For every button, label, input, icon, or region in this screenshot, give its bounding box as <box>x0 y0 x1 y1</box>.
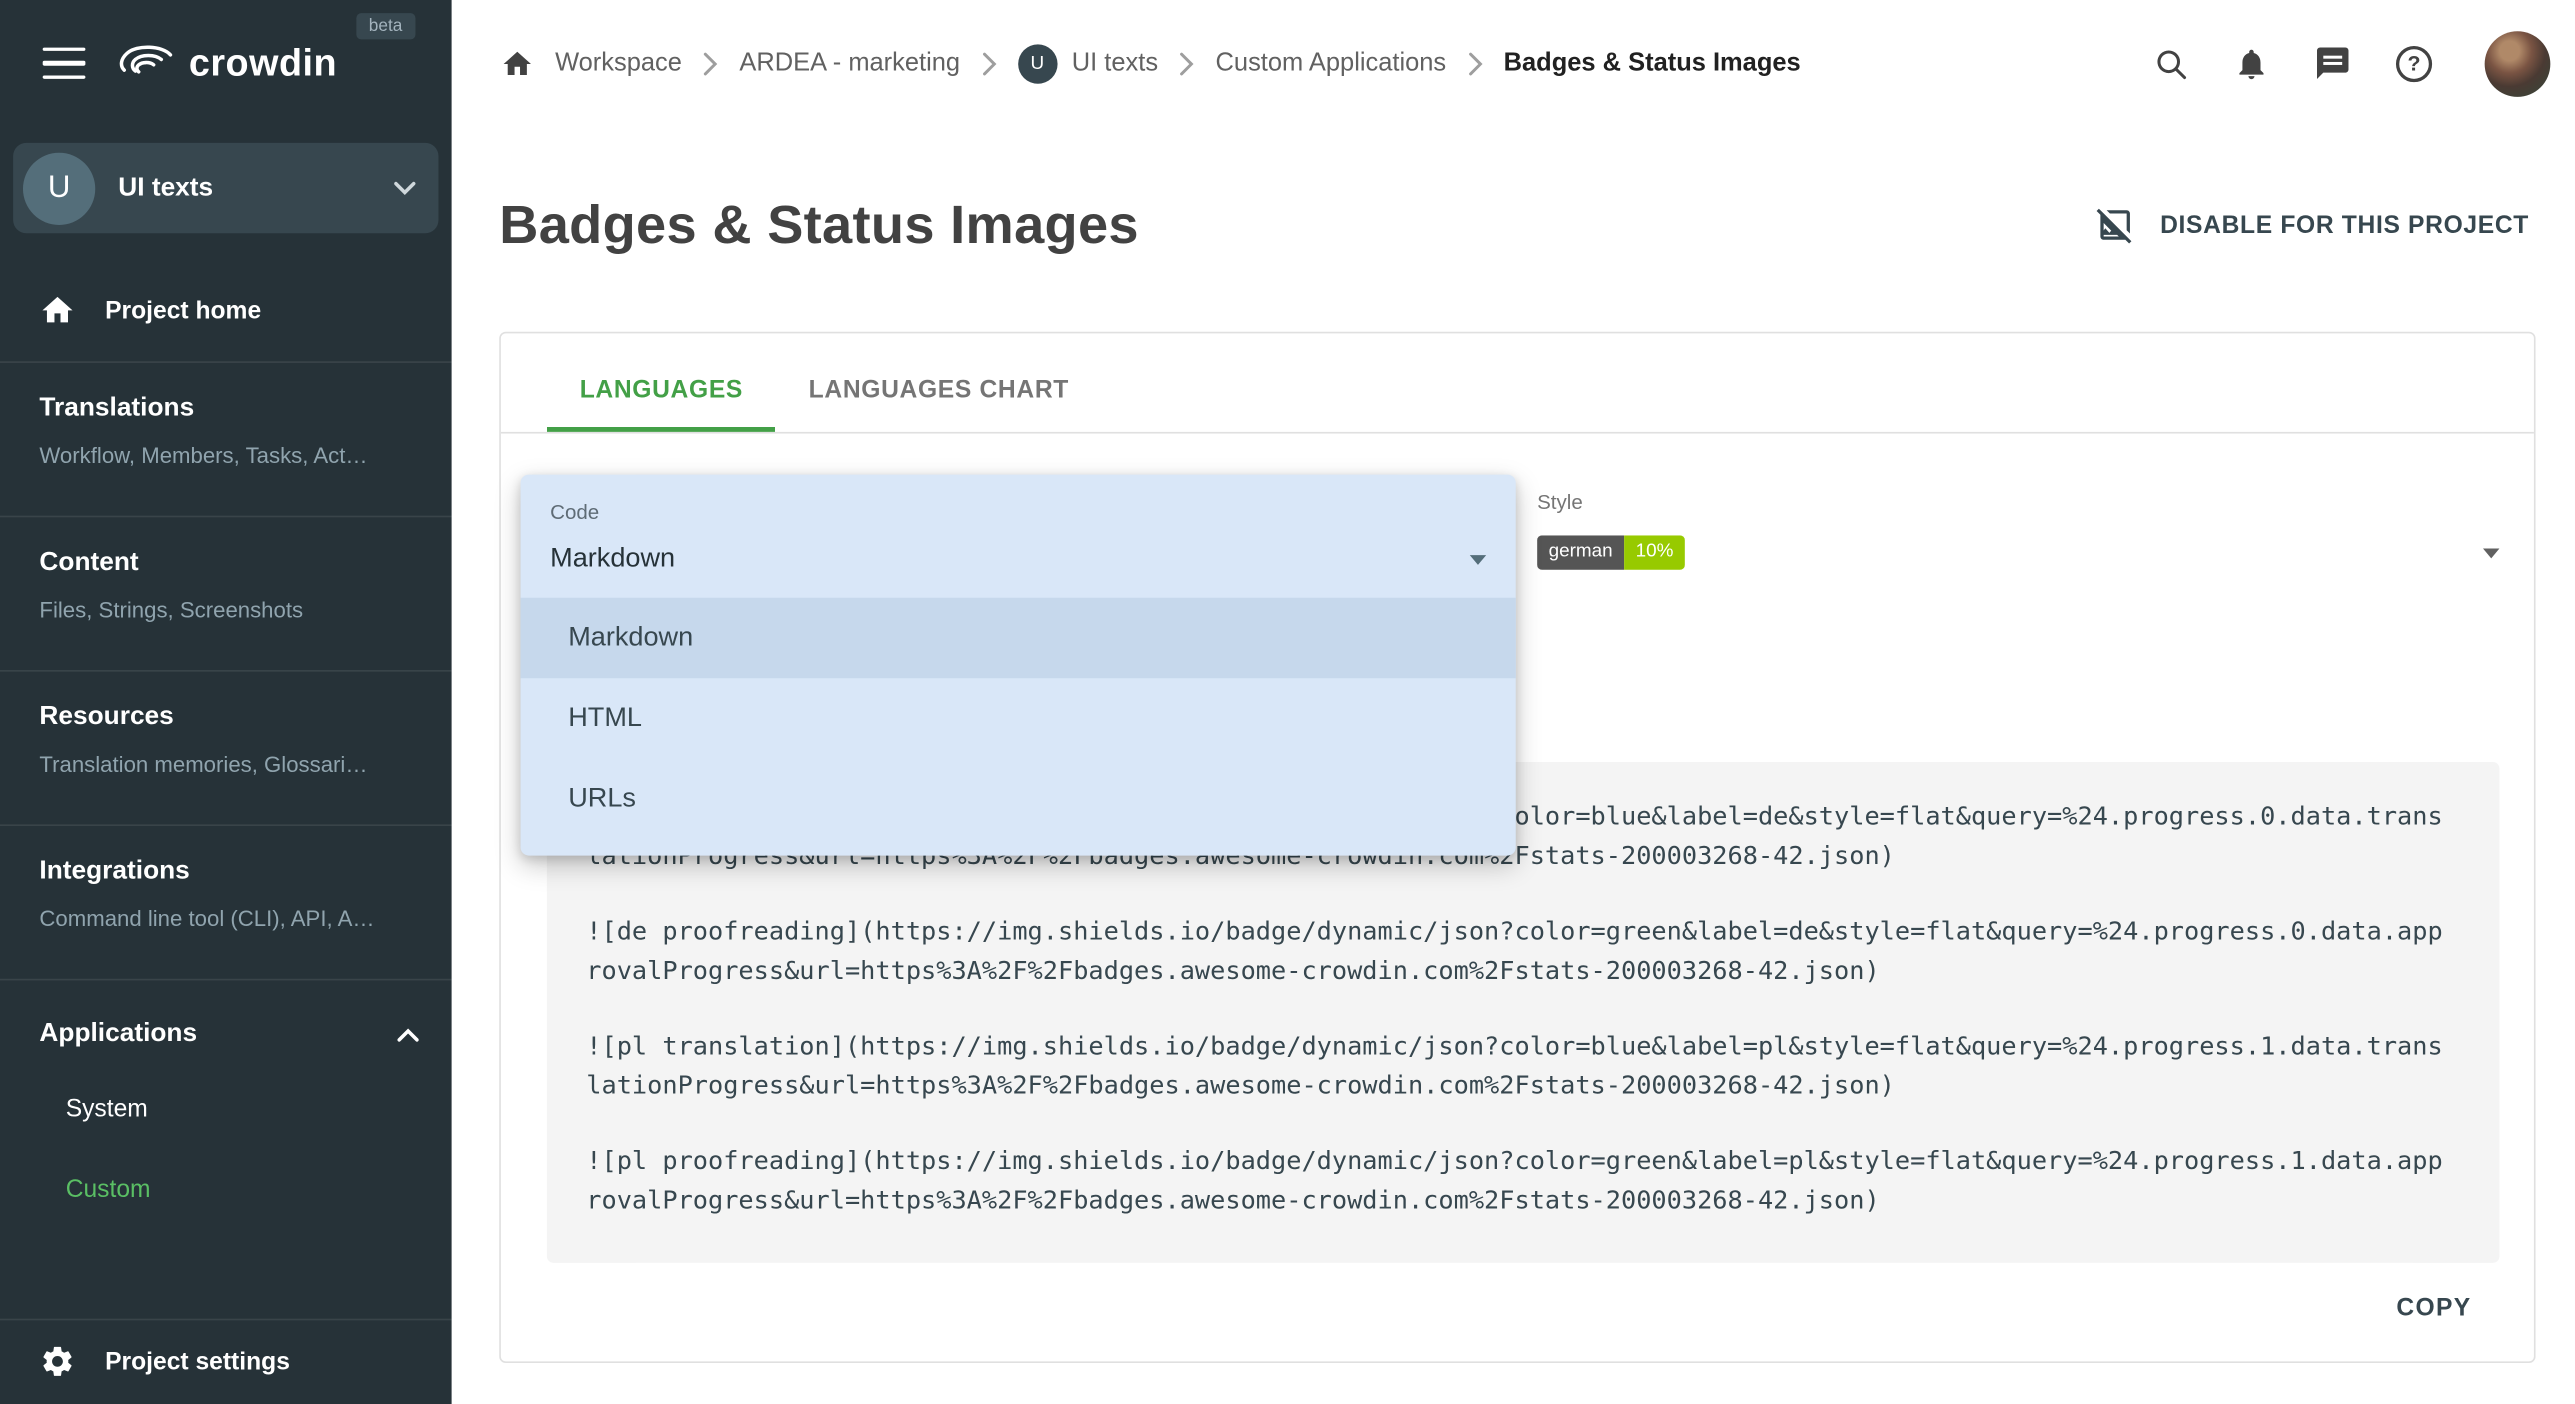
copy-button[interactable]: COPY <box>2383 1284 2484 1332</box>
section-title: Resources <box>39 703 412 733</box>
tab-bar: LANGUAGES LANGUAGES CHART <box>501 333 2534 433</box>
main-content: Badges & Status Images DISABLE FOR THIS … <box>452 126 2575 1404</box>
section-title: Content <box>39 548 412 578</box>
chevron-down-icon <box>394 181 415 196</box>
code-line: ![pl proofreading](https://img.shields.i… <box>586 1141 2448 1220</box>
disable-for-project-button[interactable]: DISABLE FOR THIS PROJECT <box>2096 205 2529 244</box>
code-select-value: Markdown <box>550 544 675 575</box>
chevron-right-icon <box>981 52 996 75</box>
topbar-actions: ? <box>2153 30 2550 96</box>
breadcrumb-home-icon[interactable] <box>501 47 534 80</box>
section-subtitle: Translation memories, Glossari… <box>39 752 412 777</box>
tab-languages-chart[interactable]: LANGUAGES CHART <box>776 333 1102 432</box>
sidebar-item-project-home[interactable]: Project home <box>0 263 452 362</box>
chevron-right-icon <box>1468 52 1483 75</box>
breadcrumb-project-label: UI texts <box>1072 48 1158 78</box>
sidebar-item-project-settings[interactable]: Project settings <box>0 1320 452 1404</box>
style-select-label: Style <box>1537 491 2499 514</box>
code-line: ![pl translation](https://img.shields.io… <box>586 1026 2448 1105</box>
project-avatar-small: U <box>1018 44 1057 83</box>
breadcrumb-current-page: Badges & Status Images <box>1504 48 1801 78</box>
option-markdown[interactable]: Markdown <box>521 598 1516 678</box>
chevron-right-icon <box>703 52 718 75</box>
section-subtitle: Command line tool (CLI), API, A… <box>39 906 412 931</box>
badge-preview-value: 10% <box>1624 535 1685 569</box>
breadcrumb-project[interactable]: U UI texts <box>1018 44 1158 83</box>
home-icon <box>39 292 75 328</box>
section-subtitle: Files, Strings, Screenshots <box>39 598 412 623</box>
sidebar: crowdin beta U UI texts Project home Tra… <box>0 0 452 1404</box>
chevron-right-icon <box>1179 52 1194 75</box>
code-line: ![de proofreading](https://img.shields.i… <box>586 911 2448 990</box>
sidebar-item-integrations[interactable]: Integrations Command line tool (CLI), AP… <box>0 826 452 979</box>
sidebar-item-translations[interactable]: Translations Workflow, Members, Tasks, A… <box>0 363 452 516</box>
project-switcher[interactable]: U UI texts <box>13 143 438 233</box>
copy-row: COPY <box>550 1284 2485 1332</box>
disable-image-icon <box>2096 205 2135 244</box>
topbar: Workspace ARDEA - marketing U UI texts C… <box>452 0 2575 126</box>
sidebar-header: crowdin beta <box>0 0 452 126</box>
crowdin-logo-text: crowdin <box>189 41 337 85</box>
dropdown-arrow-icon <box>2483 548 2499 558</box>
sidebar-item-resources[interactable]: Resources Translation memories, Glossari… <box>0 672 452 825</box>
badge-options-row: Code Markdown Markdown HTML URLs Style <box>547 481 2500 632</box>
section-subtitle: Workflow, Members, Tasks, Act… <box>39 443 412 468</box>
sidebar-item-custom[interactable]: Custom <box>0 1150 452 1230</box>
disable-button-label: DISABLE FOR THIS PROJECT <box>2160 211 2529 239</box>
section-title: Integrations <box>39 857 412 887</box>
style-select[interactable]: Style german 10% <box>1537 491 2499 570</box>
badge-preview-label: german <box>1537 535 1624 569</box>
code-select-dropdown: Code Markdown Markdown HTML URLs <box>521 475 1516 856</box>
search-icon[interactable] <box>2153 45 2189 81</box>
code-select[interactable]: Code Markdown <box>521 475 1516 598</box>
section-title: Translations <box>39 394 412 424</box>
beta-badge: beta <box>356 13 416 39</box>
sidebar-item-content[interactable]: Content Files, Strings, Screenshots <box>0 517 452 670</box>
page-title: Badges & Status Images <box>499 194 1139 256</box>
user-avatar[interactable] <box>2485 30 2551 96</box>
chevron-up-icon <box>397 1027 418 1042</box>
breadcrumb-organization[interactable]: ARDEA - marketing <box>739 48 960 78</box>
crowdin-logo[interactable]: crowdin <box>113 41 337 85</box>
bell-icon[interactable] <box>2233 45 2269 81</box>
section-title: Applications <box>39 1020 197 1050</box>
help-icon[interactable]: ? <box>2396 45 2432 81</box>
gear-icon <box>39 1343 75 1379</box>
code-select-label: Code <box>550 501 1486 524</box>
project-avatar: U <box>23 152 95 224</box>
crowdin-logo-icon <box>113 42 175 85</box>
sidebar-item-system[interactable]: System <box>0 1069 452 1149</box>
sidebar-item-label: Project home <box>105 296 261 324</box>
tab-languages[interactable]: LANGUAGES <box>547 333 776 432</box>
page-header: Badges & Status Images DISABLE FOR THIS … <box>499 194 2535 256</box>
badges-panel: LANGUAGES LANGUAGES CHART Code Markdown … <box>499 332 2535 1363</box>
breadcrumb-workspace[interactable]: Workspace <box>555 48 682 78</box>
project-switcher-name: UI texts <box>118 173 213 203</box>
option-urls[interactable]: URLs <box>521 759 1516 839</box>
breadcrumb: Workspace ARDEA - marketing U UI texts C… <box>501 44 1801 83</box>
code-select-options: Markdown HTML URLs <box>521 598 1516 839</box>
app-window: crowdin beta U UI texts Project home Tra… <box>0 0 2575 1404</box>
badge-preview: german 10% <box>1537 535 1685 569</box>
chat-icon[interactable] <box>2314 44 2352 82</box>
menu-icon[interactable] <box>43 47 86 79</box>
breadcrumb-custom-applications[interactable]: Custom Applications <box>1216 48 1447 78</box>
option-html[interactable]: HTML <box>521 678 1516 758</box>
sidebar-footer: Project settings <box>0 1319 452 1404</box>
dropdown-arrow-icon <box>1470 554 1486 564</box>
sidebar-item-applications[interactable]: Applications <box>0 980 452 1069</box>
sidebar-item-label: Project settings <box>105 1347 290 1375</box>
